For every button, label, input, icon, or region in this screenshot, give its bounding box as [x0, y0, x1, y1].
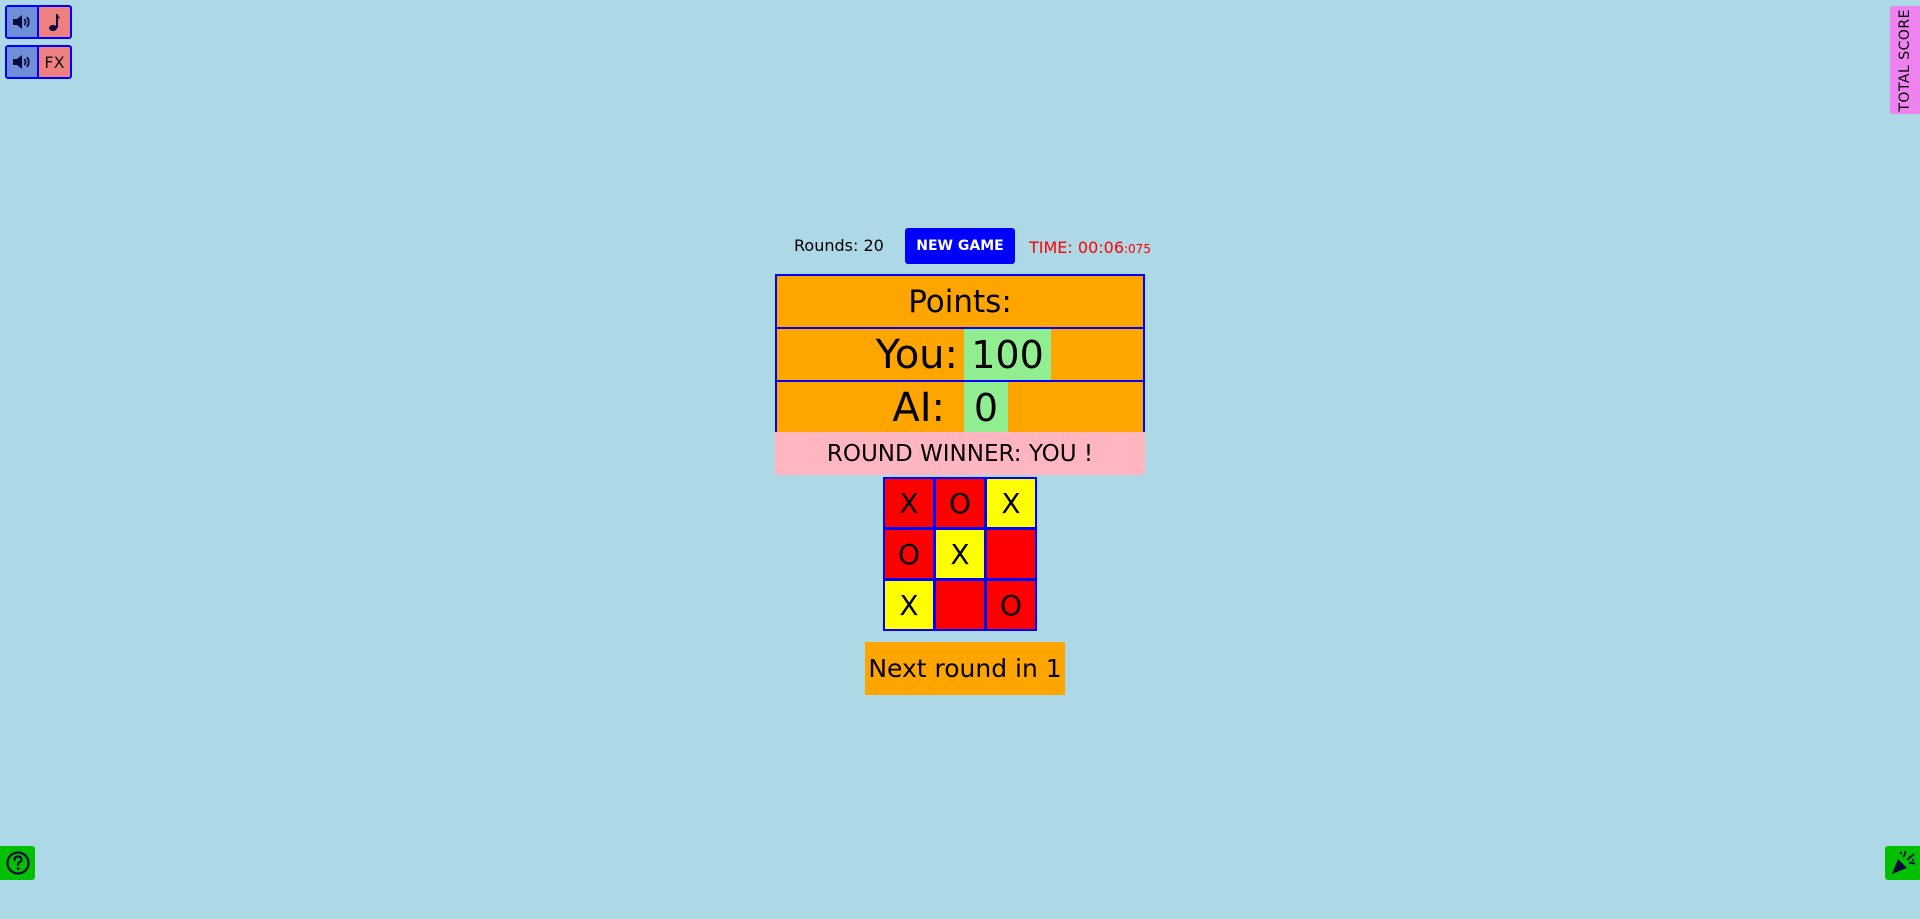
- board-cell[interactable]: X: [885, 581, 933, 629]
- total-score-tab[interactable]: TOTAL SCORE: [1890, 6, 1920, 114]
- next-round-countdown: Next round in 1: [865, 642, 1065, 695]
- board-cell[interactable]: X: [885, 479, 933, 527]
- ai-label: AI:: [892, 384, 945, 431]
- player-score: 100: [964, 329, 1051, 380]
- fx-toggle[interactable]: FX: [5, 45, 72, 79]
- music-toggle[interactable]: [5, 5, 72, 39]
- game-timer: TIME: 00:06:075: [1029, 238, 1151, 257]
- board-cell[interactable]: O: [936, 479, 984, 527]
- player-score-row: You: 100: [777, 329, 1143, 382]
- board-cell[interactable]: X: [936, 530, 984, 578]
- board-cell[interactable]: [987, 530, 1035, 578]
- new-game-button[interactable]: NEW GAME: [905, 228, 1015, 264]
- points-table: Points: You: 100 AI: 0: [775, 274, 1145, 435]
- speaker-icon: [7, 47, 39, 77]
- ai-score-row: AI: 0: [777, 382, 1143, 433]
- points-heading: Points:: [908, 283, 1012, 320]
- party-popper-icon: [1891, 850, 1915, 874]
- timer-main: TIME: 00:06: [1029, 238, 1124, 257]
- help-circle-icon: [5, 851, 30, 875]
- board-cell[interactable]: O: [987, 581, 1035, 629]
- ai-score: 0: [964, 382, 1008, 433]
- music-note-icon: [39, 7, 70, 37]
- rounds-counter: Rounds: 20: [794, 236, 884, 255]
- board-cell[interactable]: O: [885, 530, 933, 578]
- total-score-label: TOTAL SCORE: [1897, 8, 1913, 112]
- timer-milliseconds: :075: [1124, 242, 1151, 256]
- speaker-icon: [7, 7, 39, 37]
- player-label: You:: [875, 331, 958, 378]
- fx-label: FX: [39, 47, 70, 77]
- party-button[interactable]: [1885, 846, 1920, 880]
- points-heading-row: Points:: [777, 276, 1143, 329]
- board-cell[interactable]: [936, 581, 984, 629]
- help-button[interactable]: [0, 846, 35, 880]
- game-board: XOXOXXO: [883, 477, 1037, 631]
- round-winner-banner: ROUND WINNER: YOU !: [775, 432, 1145, 475]
- board-cell[interactable]: X: [987, 479, 1035, 527]
